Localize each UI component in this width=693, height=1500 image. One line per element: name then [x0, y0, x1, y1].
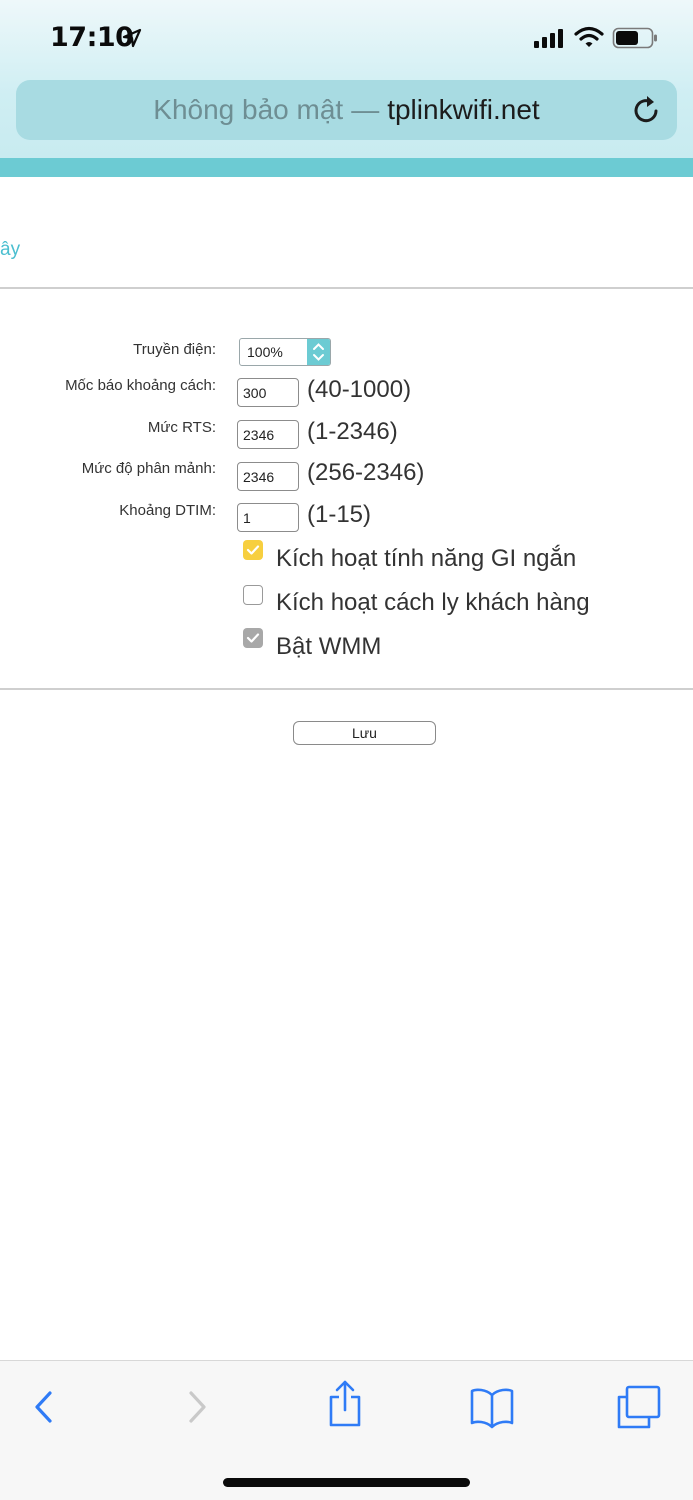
beacon-interval-range: (40-1000): [307, 376, 412, 403]
client-isolation-checkbox[interactable]: [243, 585, 263, 605]
dtim-interval-label: Khoảng DTIM:: [119, 502, 216, 519]
checkmark-icon: [246, 545, 260, 555]
url-host: tplinkwifi.net: [387, 94, 540, 125]
home-indicator[interactable]: [223, 1478, 470, 1487]
bookmarks-icon[interactable]: [468, 1383, 516, 1431]
back-icon[interactable]: [30, 1383, 58, 1431]
fragmentation-range: (256-2346): [307, 459, 425, 486]
transmit-power-select[interactable]: 100%: [239, 338, 331, 366]
breadcrumb[interactable]: ây: [0, 239, 20, 261]
cellular-signal-icon: [534, 29, 563, 48]
wifi-icon: [574, 26, 604, 47]
client-isolation-label: Kích hoạt cách ly khách hàng: [276, 589, 590, 616]
share-icon[interactable]: [325, 1379, 365, 1429]
tabs-icon[interactable]: [614, 1383, 664, 1431]
dtim-interval-range: (1-15): [307, 501, 372, 528]
wmm-checkbox[interactable]: [243, 628, 263, 648]
header-strip: [0, 158, 693, 177]
fragmentation-label: Mức độ phân mảnh:: [81, 460, 216, 477]
divider: [0, 287, 693, 289]
chevron-updown-icon: [313, 343, 324, 361]
select-arrow[interactable]: [307, 339, 330, 365]
short-gi-checkbox[interactable]: [243, 540, 263, 560]
battery-icon: [612, 27, 657, 49]
transmit-power-value: 100%: [247, 344, 283, 360]
security-status: Không bảo mật: [153, 94, 344, 125]
reload-icon[interactable]: [631, 94, 663, 126]
rts-threshold-input[interactable]: 2346: [237, 420, 299, 449]
wmm-label: Bật WMM: [276, 633, 382, 660]
address-bar[interactable]: Không bảo mật — tplinkwifi.net: [16, 80, 677, 140]
browser-top-bar: 17:10 Không bảo mật — tplinkwifi.net: [0, 0, 693, 158]
url-separator: —: [351, 94, 380, 125]
rts-threshold-range: (1-2346): [307, 418, 398, 445]
save-button[interactable]: Lưu: [293, 721, 436, 745]
divider: [0, 688, 693, 690]
location-arrow-icon: [122, 28, 142, 48]
status-time: 17:10: [50, 22, 134, 53]
rts-threshold-label: Mức RTS:: [147, 419, 216, 436]
checkmark-icon: [246, 633, 260, 643]
short-gi-label: Kích hoạt tính năng GI ngắn: [276, 545, 577, 572]
transmit-power-label: Truyền điện:: [133, 341, 216, 358]
beacon-interval-input[interactable]: 300: [237, 378, 299, 407]
beacon-interval-label: Mốc báo khoảng cách:: [65, 377, 216, 394]
dtim-interval-input[interactable]: 1: [237, 503, 299, 532]
forward-icon[interactable]: [183, 1383, 211, 1431]
fragmentation-input[interactable]: 2346: [237, 462, 299, 491]
browser-toolbar: [0, 1360, 693, 1500]
